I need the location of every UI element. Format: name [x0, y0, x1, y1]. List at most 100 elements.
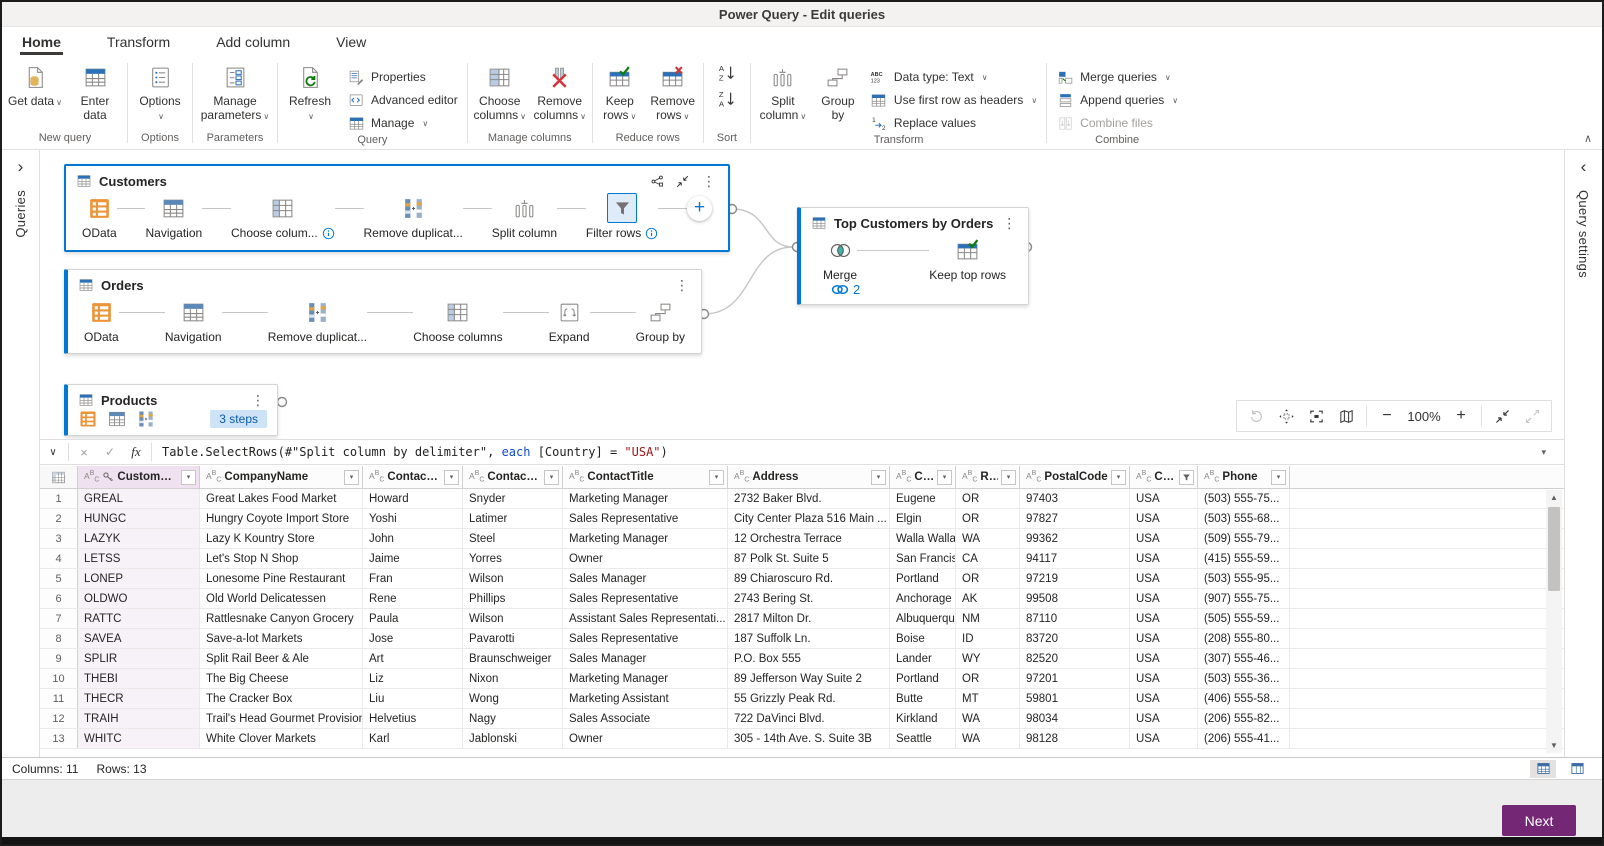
table-cell[interactable]: Marketing Manager: [563, 529, 728, 548]
table-cell[interactable]: Albuquerque: [890, 609, 956, 628]
row-number[interactable]: 12: [40, 709, 78, 728]
table-cell[interactable]: SPLIR: [78, 649, 200, 668]
table-cell[interactable]: 97201: [1020, 669, 1130, 688]
table-cell[interactable]: 87 Polk St. Suite 5: [728, 549, 890, 568]
table-cell[interactable]: Wong: [463, 689, 563, 708]
table-cell[interactable]: Wilson: [463, 569, 563, 588]
commit-formula-icon[interactable]: ✓: [97, 440, 123, 464]
table-cell[interactable]: Helvetius: [363, 709, 463, 728]
mini-map-button[interactable]: [1331, 402, 1361, 430]
query-step-odata[interactable]: OData: [82, 193, 117, 240]
table-cell[interactable]: CA: [956, 549, 1020, 568]
table-cell[interactable]: Phillips: [463, 589, 563, 608]
table-cell[interactable]: HUNGC: [78, 509, 200, 528]
table-cell[interactable]: (503) 555-75...: [1198, 489, 1290, 508]
table-cell[interactable]: RATTC: [78, 609, 200, 628]
scroll-down-icon[interactable]: ▼: [1546, 738, 1562, 753]
table-cell[interactable]: Marketing Assistant: [563, 689, 728, 708]
column-header-city[interactable]: ABCCity▾: [890, 466, 956, 488]
table-cell[interactable]: Lonesome Pine Restaurant: [200, 569, 363, 588]
column-filter-icon[interactable]: ▾: [444, 470, 459, 485]
query-step-odata[interactable]: OData: [84, 297, 119, 344]
query-box-products[interactable]: Products ⋮ 3 steps: [64, 384, 278, 436]
table-cell[interactable]: USA: [1130, 649, 1198, 668]
sort-ascending-button[interactable]: AZ: [713, 62, 741, 86]
manage-button[interactable]: Manage∨: [341, 112, 464, 134]
table-cell[interactable]: WA: [956, 709, 1020, 728]
table-cell[interactable]: USA: [1130, 509, 1198, 528]
table-cell[interactable]: THEBI: [78, 669, 200, 688]
table-cell[interactable]: Snyder: [463, 489, 563, 508]
table-cell[interactable]: Sales Associate: [563, 709, 728, 728]
select-all-cell[interactable]: [40, 466, 78, 488]
table-cell[interactable]: Hungry Coyote Import Store: [200, 509, 363, 528]
sort-descending-button[interactable]: ZA: [713, 88, 741, 112]
table-cell[interactable]: Sales Representative: [563, 509, 728, 528]
diagram-view[interactable]: Customers ⋮ ODataNavigationChoose colum.…: [40, 150, 1564, 439]
table-cell[interactable]: WA: [956, 529, 1020, 548]
table-cell[interactable]: 89 Jefferson Way Suite 2: [728, 669, 890, 688]
table-cell[interactable]: USA: [1130, 489, 1198, 508]
zoom-out-button[interactable]: −: [1372, 402, 1402, 430]
table-cell[interactable]: Split Rail Beer & Ale: [200, 649, 363, 668]
options-button[interactable]: Options∨: [131, 62, 189, 126]
tab-transform[interactable]: Transform: [105, 30, 172, 57]
table-cell[interactable]: GREAL: [78, 489, 200, 508]
table-cell[interactable]: Seattle: [890, 729, 956, 748]
append-queries-button[interactable]: Append queries∨: [1050, 89, 1184, 111]
row-number[interactable]: 13: [40, 729, 78, 748]
column-filter-icon[interactable]: ▾: [1111, 470, 1126, 485]
enter-data-button[interactable]: Enter data: [66, 62, 124, 124]
expand-query-settings-icon[interactable]: ‹: [1581, 160, 1587, 174]
table-cell[interactable]: Latimer: [463, 509, 563, 528]
table-cell[interactable]: Elgin: [890, 509, 956, 528]
table-cell[interactable]: Yoshi: [363, 509, 463, 528]
row-number[interactable]: 1: [40, 489, 78, 508]
table-cell[interactable]: Owner: [563, 549, 728, 568]
table-cell[interactable]: (503) 555-36...: [1198, 669, 1290, 688]
row-number[interactable]: 8: [40, 629, 78, 648]
table-cell[interactable]: 12 Orchestra Terrace: [728, 529, 890, 548]
table-cell[interactable]: USA: [1130, 689, 1198, 708]
table-cell[interactable]: Trail's Head Gourmet Provision...: [200, 709, 363, 728]
table-cell[interactable]: San Francis...: [890, 549, 956, 568]
column-header-contacttitle[interactable]: ABCContactTitle▾: [563, 466, 728, 488]
reset-layout-button[interactable]: [1241, 402, 1271, 430]
collapse-ribbon-icon[interactable]: ∧: [1584, 132, 1592, 145]
column-filter-icon[interactable]: ▾: [937, 470, 952, 485]
table-cell[interactable]: LETSS: [78, 549, 200, 568]
table-cell[interactable]: 97827: [1020, 509, 1130, 528]
query-step-group-by[interactable]: Group by: [636, 297, 685, 344]
table-cell[interactable]: Fran: [363, 569, 463, 588]
query-menu-icon[interactable]: ⋮: [249, 395, 267, 405]
table-cell[interactable]: Kirkland: [890, 709, 956, 728]
formula-dropdown-icon[interactable]: ▾: [1541, 447, 1546, 458]
table-cell[interactable]: Owner: [563, 729, 728, 748]
table-cell[interactable]: Liu: [363, 689, 463, 708]
query-step-remove-duplicat[interactable]: Remove duplicat...: [268, 297, 367, 344]
table-cell[interactable]: Liz: [363, 669, 463, 688]
data-view-button[interactable]: [1530, 760, 1556, 778]
table-cell[interactable]: Anchorage: [890, 589, 956, 608]
table-cell[interactable]: USA: [1130, 729, 1198, 748]
column-filter-icon[interactable]: ▾: [181, 470, 196, 485]
row-number[interactable]: 11: [40, 689, 78, 708]
table-cell[interactable]: 82520: [1020, 649, 1130, 668]
table-cell[interactable]: Jose: [363, 629, 463, 648]
formula-input[interactable]: Table.SelectRows(#"Split column by delim…: [162, 445, 668, 459]
zoom-in-button[interactable]: +: [1446, 402, 1476, 430]
table-cell[interactable]: Walla Walla: [890, 529, 956, 548]
table-cell[interactable]: Sales Representative: [563, 629, 728, 648]
table-cell[interactable]: 89 Chiaroscuro Rd.: [728, 569, 890, 588]
pan-button[interactable]: [1271, 402, 1301, 430]
table-cell[interactable]: Let's Stop N Shop: [200, 549, 363, 568]
table-cell[interactable]: OR: [956, 669, 1020, 688]
table-cell[interactable]: 2732 Baker Blvd.: [728, 489, 890, 508]
table-cell[interactable]: Wilson: [463, 609, 563, 628]
scrollbar-thumb[interactable]: [1548, 507, 1560, 591]
table-cell[interactable]: 187 Suffolk Ln.: [728, 629, 890, 648]
table-cell[interactable]: Old World Delicatessen: [200, 589, 363, 608]
refresh-button[interactable]: Refresh∨: [281, 62, 339, 126]
manage-parameters-button[interactable]: Manage parameters∨: [196, 62, 274, 126]
table-cell[interactable]: Sales Manager: [563, 649, 728, 668]
